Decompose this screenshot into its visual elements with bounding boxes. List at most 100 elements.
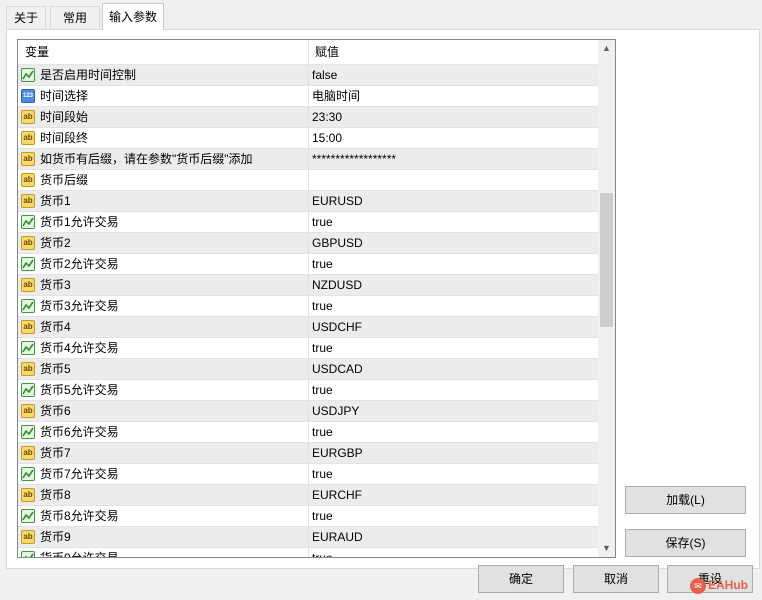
vertical-scrollbar[interactable]: ▲ ▼ [598,40,615,557]
parameter-row[interactable]: ab 时间段始 23:30 [18,107,598,128]
parameter-row[interactable]: 货币2允许交易 true [18,254,598,275]
scroll-up-arrow-icon[interactable]: ▲ [598,40,615,57]
parameter-row[interactable]: ab 货币5 USDCAD [18,359,598,380]
parameter-row[interactable]: ab 时间段终 15:00 [18,128,598,149]
parameter-rows: 是否启用时间控制 false 123 时间选择 电脑时间 ab 时间段始 23:30 ab 时间段… [18,65,598,558]
parameter-name: 货币7允许交易 [40,467,119,481]
parameter-value[interactable]: true [308,254,598,274]
watermark: ✉ EAHub [690,575,748,595]
boolean-type-icon [21,509,35,523]
parameter-row[interactable]: ab 货币4 USDCHF [18,317,598,338]
parameter-row[interactable]: ab 如货币有后缀，请在参数"货币后缀"添加 ****************** [18,149,598,170]
load-button[interactable]: 加载(L) [625,486,746,514]
string-type-icon: ab [21,362,35,376]
parameter-value[interactable]: NZDUSD [308,275,598,295]
parameter-value[interactable]: EURAUD [308,527,598,547]
parameter-value[interactable]: EURCHF [308,485,598,505]
parameter-row[interactable]: ab 货币6 USDJPY [18,401,598,422]
parameter-name: 时间选择 [40,89,89,103]
parameter-row[interactable]: 货币9允许交易 true [18,548,598,558]
parameter-value[interactable]: 23:30 [308,107,598,127]
ok-button[interactable]: 确定 [478,565,564,593]
parameter-row[interactable]: 货币4允许交易 true [18,338,598,359]
tab-common[interactable]: 常用 [50,6,100,29]
parameter-name: 货币3 [40,278,71,292]
parameter-row[interactable]: 货币7允许交易 true [18,464,598,485]
scroll-down-arrow-icon[interactable]: ▼ [598,540,615,557]
parameter-row[interactable]: ab 货币2 GBPUSD [18,233,598,254]
parameter-value[interactable]: true [308,338,598,358]
parameter-name: 货币8允许交易 [40,509,119,523]
parameter-name: 如货币有后缀，请在参数"货币后缀"添加 [40,152,253,166]
parameter-name: 货币2允许交易 [40,257,119,271]
tab-input-parameters[interactable]: 输入参数 [102,3,164,30]
parameter-row[interactable]: 货币5允许交易 true [18,380,598,401]
string-type-icon: ab [21,488,35,502]
cancel-button[interactable]: 取消 [573,565,659,593]
parameter-value[interactable]: true [308,548,598,557]
parameter-value[interactable]: EURUSD [308,191,598,211]
parameters-grid: 变量 赋值 是否启用时间控制 false 123 时间选择 电脑时间 ab 时间段始 23:3… [17,39,616,558]
parameter-row[interactable]: 货币6允许交易 true [18,422,598,443]
parameter-row[interactable]: 是否启用时间控制 false [18,65,598,86]
string-type-icon: ab [21,404,35,418]
parameter-value[interactable]: USDJPY [308,401,598,421]
parameter-row[interactable]: ab 货币后缀 [18,170,598,191]
parameter-name: 时间段终 [40,131,89,145]
parameter-value[interactable]: false [308,65,598,85]
boolean-type-icon [21,68,35,82]
parameter-row[interactable]: ab 货币9 EURAUD [18,527,598,548]
column-header-variable[interactable]: 变量 [25,40,49,64]
boolean-type-icon [21,425,35,439]
parameter-name: 货币2 [40,236,71,250]
grid-header: 变量 赋值 [18,40,598,65]
parameter-value[interactable]: ****************** [308,149,598,169]
string-type-icon: ab [21,278,35,292]
parameter-value[interactable]: true [308,296,598,316]
save-button[interactable]: 保存(S) [625,529,746,557]
boolean-type-icon [21,467,35,481]
column-header-value[interactable]: 赋值 [308,40,598,64]
string-type-icon: ab [21,110,35,124]
parameter-value[interactable]: USDCHF [308,317,598,337]
string-type-icon: ab [21,236,35,250]
string-type-icon: ab [21,152,35,166]
parameter-row[interactable]: 123 时间选择 电脑时间 [18,86,598,107]
string-type-icon: ab [21,173,35,187]
parameter-name: 货币5 [40,362,71,376]
string-type-icon: ab [21,446,35,460]
parameter-row[interactable]: 货币3允许交易 true [18,296,598,317]
scrollbar-thumb[interactable] [600,193,613,327]
parameter-value[interactable]: USDCAD [308,359,598,379]
parameter-row[interactable]: ab 货币1 EURUSD [18,191,598,212]
parameter-name: 货币1 [40,194,71,208]
parameter-row[interactable]: ab 货币8 EURCHF [18,485,598,506]
parameter-name: 货币6 [40,404,71,418]
parameter-value[interactable]: true [308,464,598,484]
parameter-value[interactable] [308,170,598,190]
parameter-row[interactable]: 货币1允许交易 true [18,212,598,233]
parameter-row[interactable]: ab 货币3 NZDUSD [18,275,598,296]
parameter-value[interactable]: GBPUSD [308,233,598,253]
parameter-value[interactable]: 15:00 [308,128,598,148]
parameter-value[interactable]: 电脑时间 [308,86,598,106]
parameter-name: 货币7 [40,446,71,460]
string-type-icon: ab [21,194,35,208]
parameter-value[interactable]: EURGBP [308,443,598,463]
parameter-row[interactable]: 货币8允许交易 true [18,506,598,527]
eahub-logo-icon: ✉ [690,577,706,594]
parameter-value[interactable]: true [308,506,598,526]
string-type-icon: ab [21,131,35,145]
watermark-text: EAHub [708,578,748,592]
parameter-name: 货币9允许交易 [40,551,119,558]
boolean-type-icon [21,341,35,355]
tab-about[interactable]: 关于 [6,6,46,29]
parameter-value[interactable]: true [308,380,598,400]
parameter-row[interactable]: ab 货币7 EURGBP [18,443,598,464]
string-type-icon: ab [21,530,35,544]
boolean-type-icon [21,257,35,271]
parameter-value[interactable]: true [308,422,598,442]
boolean-type-icon [21,299,35,313]
parameter-value[interactable]: true [308,212,598,232]
parameter-name: 货币8 [40,488,71,502]
